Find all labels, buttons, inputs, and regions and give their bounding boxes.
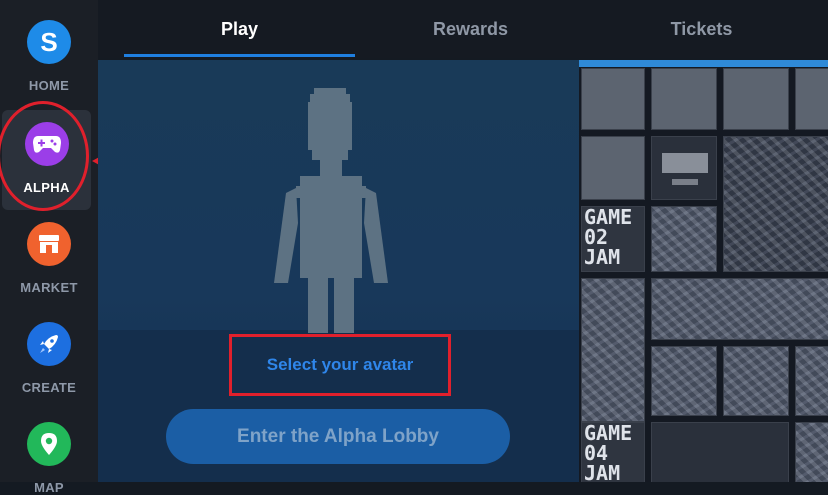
- sandbox-s-icon: S: [27, 20, 71, 64]
- sidebar-item-label: MAP: [34, 480, 64, 495]
- game-tile[interactable]: [795, 346, 828, 416]
- game-tile[interactable]: GAME 02 JAM: [581, 206, 645, 272]
- game-jam-label: GAME 04 JAM: [584, 422, 633, 482]
- game-tile[interactable]: [723, 136, 828, 272]
- game-tile[interactable]: [581, 136, 645, 200]
- tab-rewards[interactable]: Rewards: [355, 0, 586, 58]
- sidebar-item-home[interactable]: S HOME: [0, 20, 98, 93]
- tab-tickets[interactable]: Tickets: [586, 0, 817, 58]
- tab-play[interactable]: Play: [124, 0, 355, 58]
- game-tile[interactable]: GAME 04 JAM: [581, 422, 645, 482]
- rocket-icon: [27, 322, 71, 366]
- game-tile[interactable]: [723, 346, 789, 416]
- avatar-silhouette-icon: [274, 88, 388, 333]
- game-tile[interactable]: [723, 68, 789, 130]
- enter-alpha-lobby-button[interactable]: Enter the Alpha Lobby: [166, 409, 510, 464]
- select-avatar-link[interactable]: Select your avatar: [229, 334, 451, 396]
- game-tile[interactable]: [651, 422, 789, 482]
- game-tile[interactable]: [581, 68, 645, 130]
- game-jam-label: GAME 02 JAM: [584, 206, 633, 269]
- sidebar-item-label: MARKET: [20, 280, 78, 295]
- sidebar-item-label: HOME: [28, 78, 70, 93]
- sidebar-item-create[interactable]: CREATE: [0, 322, 98, 395]
- sidebar-item-map[interactable]: MAP: [0, 422, 98, 495]
- active-tab-underline: [124, 54, 355, 57]
- game-tile[interactable]: [651, 68, 717, 130]
- annotation-highlight-ring: [0, 101, 89, 211]
- sidebar-item-label: CREATE: [21, 380, 77, 395]
- sidebar: S HOME ALPHA MARKET CREATE MAP: [0, 0, 98, 495]
- map-pin-icon: [27, 422, 71, 466]
- game-tile[interactable]: [795, 68, 828, 130]
- sidebar-item-market[interactable]: MARKET: [0, 222, 98, 295]
- shop-icon: [27, 222, 71, 266]
- game-tile[interactable]: [651, 206, 717, 272]
- game-tile[interactable]: [651, 278, 828, 340]
- game-tile[interactable]: [581, 278, 645, 422]
- game-tile[interactable]: [795, 422, 828, 482]
- games-panel-top-bar: [579, 60, 828, 67]
- tab-bar: Play Rewards Tickets: [98, 0, 828, 58]
- game-tile[interactable]: [651, 346, 717, 416]
- game-tile[interactable]: [651, 136, 717, 200]
- games-grid: GAME 02 JAM GAME 04 JAM: [579, 60, 828, 482]
